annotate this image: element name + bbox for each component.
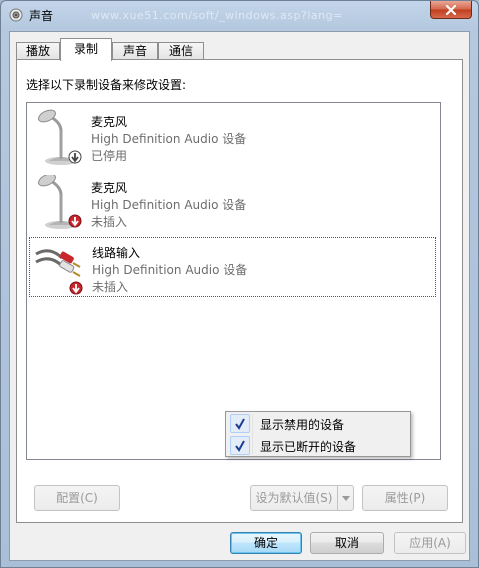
menu-item-show-disabled[interactable]: 显示禁用的设备	[228, 413, 408, 434]
device-name: 麦克风	[91, 115, 128, 129]
title-bar[interactable]: 声音 www.xue51.com/soft/_windows.asp?lang=	[1, 1, 478, 29]
menu-check-box	[230, 436, 250, 455]
menu-item-label: 显示禁用的设备	[260, 418, 345, 432]
device-description: High Definition Audio 设备	[91, 132, 247, 146]
device-status: 未插入	[91, 215, 128, 229]
device-list-context-menu: 显示禁用的设备 显示已断开的设备	[225, 411, 411, 457]
configure-button[interactable]: 配置(C)	[34, 485, 120, 511]
menu-item-label: 显示已断开的设备	[260, 440, 357, 454]
line-in-cable-icon	[35, 249, 83, 295]
close-icon	[445, 4, 457, 15]
microphone-icon	[38, 175, 82, 229]
set-default-label: 设为默认值(S)	[255, 491, 333, 505]
ok-button[interactable]: 确定	[230, 532, 302, 554]
device-name: 麦克风	[91, 181, 128, 195]
title-watermark: www.xue51.com/soft/_windows.asp?lang=	[91, 9, 343, 22]
speaker-icon	[9, 8, 23, 22]
checkmark-icon	[235, 418, 245, 430]
cancel-button[interactable]: 取消	[310, 532, 384, 554]
tab-playback[interactable]: 播放	[16, 42, 60, 60]
device-name: 线路输入	[92, 246, 141, 260]
device-status: 未插入	[92, 280, 129, 294]
device-status: 已停用	[91, 149, 128, 163]
device-description: High Definition Audio 设备	[91, 198, 247, 212]
microphone-icon	[38, 109, 82, 165]
device-description: High Definition Audio 设备	[92, 263, 248, 277]
menu-check-box	[230, 414, 250, 433]
device-item-line-in[interactable]: 线路输入 High Definition Audio 设备 未插入	[29, 237, 436, 297]
chevron-down-icon	[341, 495, 350, 501]
tab-sounds[interactable]: 声音	[112, 42, 158, 60]
set-default-dropdown[interactable]	[337, 486, 353, 510]
recording-device-list[interactable]: 麦克风 High Definition Audio 设备 已停用 麦克风 Hig…	[26, 102, 441, 460]
sound-dialog-window: 声音 www.xue51.com/soft/_windows.asp?lang=…	[0, 0, 479, 568]
apply-button[interactable]: 应用(A)	[394, 532, 466, 554]
properties-button[interactable]: 属性(P)	[362, 485, 448, 511]
window-title: 声音	[29, 9, 54, 23]
dialog-client-area: 播放 录制 声音 通信 选择以下录制设备来修改设置: 麦克风 High Defi…	[9, 31, 470, 561]
device-item-microphone-2[interactable]: 麦克风 High Definition Audio 设备 未插入	[29, 173, 436, 233]
tab-communications[interactable]: 通信	[158, 42, 204, 60]
tab-recording[interactable]: 录制	[60, 38, 112, 61]
set-default-button[interactable]: 设为默认值(S)	[250, 485, 354, 511]
instruction-text: 选择以下录制设备来修改设置:	[26, 78, 187, 92]
checkmark-icon	[235, 440, 245, 452]
close-button[interactable]	[430, 1, 472, 19]
menu-item-show-disconnected[interactable]: 显示已断开的设备	[228, 435, 408, 456]
device-item-microphone-1[interactable]: 麦克风 High Definition Audio 设备 已停用	[29, 107, 436, 167]
